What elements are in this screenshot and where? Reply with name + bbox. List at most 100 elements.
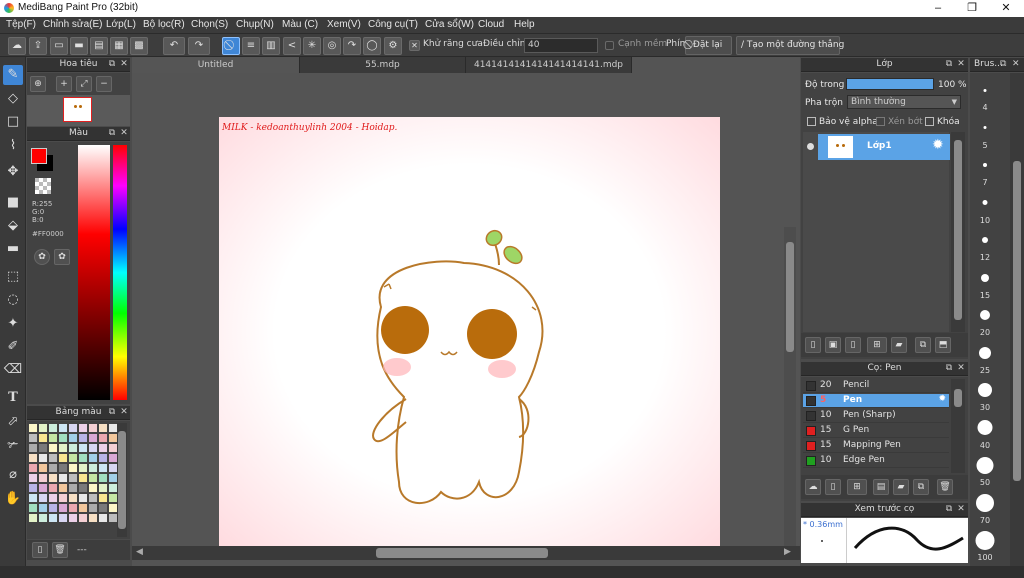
palette-swatch[interactable] [79, 464, 87, 472]
undock-icon[interactable]: ⧉ [944, 58, 954, 71]
palette-swatch[interactable] [39, 434, 47, 442]
hue-slider[interactable] [113, 145, 127, 400]
new-halftone-layer-icon[interactable]: ▣ [825, 337, 841, 353]
new-layer-icon[interactable]: ▯ [805, 337, 821, 353]
palette-swatch[interactable] [59, 424, 67, 432]
zoom-fit-icon[interactable]: ⊕ [30, 76, 46, 92]
palette-swatch[interactable] [69, 424, 77, 432]
actual-size-icon[interactable]: ⤢ [76, 76, 92, 92]
blend-mode-select[interactable]: Bình thường ▼ [847, 95, 961, 109]
no-snap-icon[interactable]: ⃠ [222, 37, 240, 55]
divide-tool-icon[interactable]: ✃ [3, 436, 23, 456]
foreground-color-swatch[interactable] [31, 148, 47, 164]
palette-swatch[interactable] [59, 504, 67, 512]
palette-swatch[interactable] [39, 454, 47, 462]
dot-tool-icon[interactable]: □ [3, 112, 23, 132]
palette-swatch[interactable] [79, 444, 87, 452]
palette-swatch[interactable] [49, 494, 57, 502]
palette-swatch[interactable] [99, 444, 107, 452]
canvas-vertical-scrollbar[interactable] [784, 227, 796, 547]
brush-size-item[interactable]: 30 [972, 379, 998, 414]
palette-swatch[interactable] [99, 454, 107, 462]
brush-size-item[interactable]: 10 [972, 192, 998, 227]
panel-icon[interactable]: ▦ [110, 37, 128, 55]
menu-capture[interactable]: Chụp(N) [236, 19, 274, 30]
brush-size-item[interactable]: 70 [972, 492, 998, 527]
palette-swatch[interactable] [39, 494, 47, 502]
palette-swatch[interactable] [39, 474, 47, 482]
undock-icon[interactable]: ⧉ [107, 127, 117, 140]
close-icon[interactable]: ✕ [1012, 58, 1022, 71]
palette-swatch[interactable] [29, 454, 37, 462]
undock-icon[interactable]: ⧉ [1000, 58, 1010, 71]
palette-swatch[interactable] [29, 434, 37, 442]
tab-untitled[interactable]: Untitled [132, 57, 300, 73]
palette-swatch[interactable] [109, 454, 117, 462]
palette-swatch[interactable] [69, 434, 77, 442]
palette-swatch[interactable] [89, 434, 97, 442]
select-eraser-tool-icon[interactable]: ⌫ [3, 360, 23, 380]
menu-view[interactable]: Xem(V) [327, 19, 361, 30]
brush-size-item[interactable]: 5 [972, 117, 998, 152]
comment-icon[interactable]: ▭ [50, 37, 68, 55]
menu-edit[interactable]: Chỉnh sửa(E) [43, 19, 103, 30]
palette-swatch[interactable] [79, 424, 87, 432]
layer-scrollbar[interactable] [951, 132, 965, 332]
palette-swatch[interactable] [39, 484, 47, 492]
radial-snap-icon[interactable]: ✳ [303, 37, 321, 55]
text-tool-icon[interactable]: T [3, 388, 23, 408]
palette-swatch[interactable] [109, 424, 117, 432]
palette-swatch[interactable] [49, 504, 57, 512]
tab-55[interactable]: 55.mdp [300, 57, 466, 73]
menu-cloud[interactable]: Cloud [478, 19, 504, 30]
close-button[interactable]: ✕ [989, 0, 1023, 17]
antialias-checkbox[interactable]: ✕ [409, 40, 420, 51]
brush-row[interactable]: 15 G Pen [803, 424, 949, 438]
bucket-tool-icon[interactable]: ⬙ [3, 216, 23, 236]
brush-folder-icon[interactable]: ▰ [893, 479, 909, 495]
minimize-button[interactable]: – [921, 0, 955, 17]
palette-swatch[interactable] [29, 484, 37, 492]
curve-snap-icon[interactable]: ↷ [343, 37, 361, 55]
palette-swatch[interactable] [49, 474, 57, 482]
palette-swatch[interactable] [79, 474, 87, 482]
operation-tool-icon[interactable]: ⬀ [3, 412, 23, 432]
brush-size-item[interactable]: 25 [972, 342, 998, 377]
duplicate-brush-icon[interactable]: ⧉ [913, 479, 929, 495]
palette-swatch[interactable] [79, 434, 87, 442]
palette-swatch[interactable] [89, 464, 97, 472]
canvas-page[interactable]: MILK - kedoanthuylinh 2004 - Hoidap. [219, 117, 720, 546]
palette-swatch[interactable] [99, 464, 107, 472]
blur-tool-icon[interactable]: ⌇ [3, 136, 23, 156]
palette-swatch[interactable] [29, 494, 37, 502]
palette-swatch[interactable] [99, 504, 107, 512]
palette-swatch[interactable] [59, 484, 67, 492]
palette-swatch[interactable] [29, 464, 37, 472]
palette-swatch[interactable] [99, 474, 107, 482]
palette-swatch[interactable] [69, 514, 77, 522]
palette-swatch[interactable] [39, 514, 47, 522]
undo-icon[interactable]: ↶ [163, 37, 185, 55]
correction-select[interactable]: 40 [524, 38, 598, 53]
palette-swatch[interactable] [89, 454, 97, 462]
new-8bit-layer-icon[interactable]: ▯ [845, 337, 861, 353]
close-icon[interactable]: ✕ [956, 58, 966, 71]
palette-swatch[interactable] [89, 484, 97, 492]
palette-add-icon[interactable]: ✿ [34, 249, 50, 265]
protect-alpha-checkbox[interactable] [807, 117, 816, 126]
brush-tool-icon[interactable]: ✎ [3, 65, 23, 85]
undock-icon[interactable]: ⧉ [944, 503, 954, 516]
vanishing-snap-icon[interactable]: < [283, 37, 301, 55]
close-icon[interactable]: ✕ [119, 127, 129, 140]
palette-swatch[interactable] [69, 464, 77, 472]
brush-size-item[interactable]: 15 [972, 267, 998, 302]
menu-layer[interactable]: Lớp(L) [106, 19, 136, 30]
palette-swatch[interactable] [59, 444, 67, 452]
palette-swatch[interactable] [29, 444, 37, 452]
add-brush-menu-icon[interactable]: ⊞ [847, 479, 867, 495]
delete-brush-icon[interactable]: 🗑 [937, 479, 953, 495]
brush-size-item[interactable]: 100 [972, 529, 998, 564]
gear-icon[interactable]: ✹ [932, 137, 944, 153]
zoom-in-icon[interactable]: + [56, 76, 72, 92]
maximize-button[interactable]: ❐ [955, 0, 989, 17]
